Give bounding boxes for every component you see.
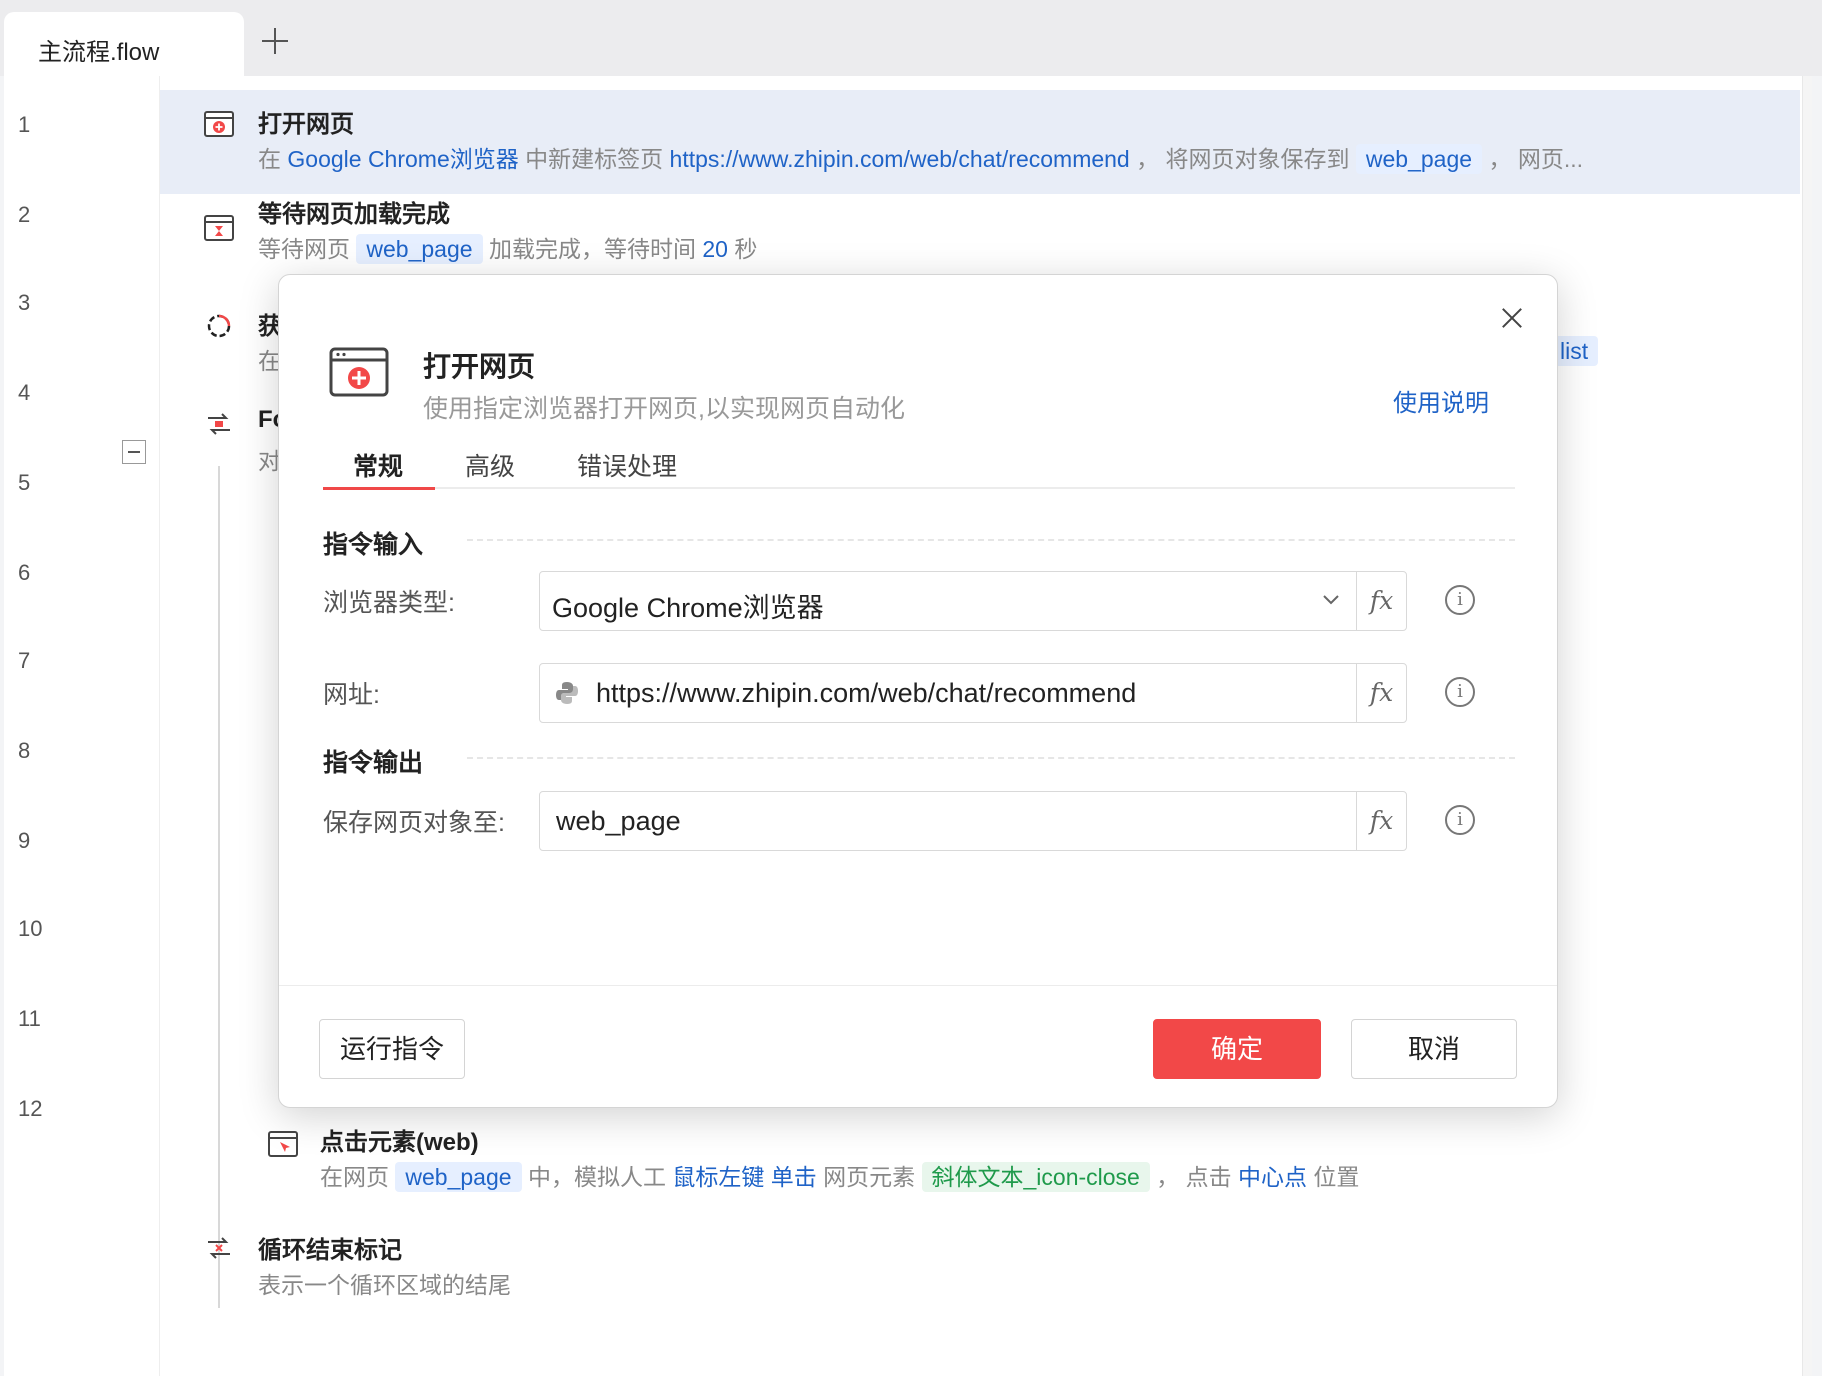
close-icon[interactable]: [1497, 303, 1527, 333]
loop-end-icon: [208, 1237, 230, 1259]
line-number: 1: [18, 112, 31, 137]
save-webpage-input[interactable]: web_page fx: [539, 791, 1407, 851]
fx-button[interactable]: fx: [1356, 664, 1406, 722]
section-divider: [467, 539, 1515, 541]
footer-divider: [279, 985, 1557, 986]
active-tab-indicator: [323, 487, 435, 490]
step-description: 在网页 web_page 中，模拟人工 鼠标左键 单击 网页元素 斜体文本_ic…: [320, 1162, 1360, 1192]
chevron-down-icon[interactable]: [1322, 590, 1340, 608]
line-gutter: 1 2 3 4 5 6 7 8 9 10 11 12: [4, 76, 160, 1376]
line-number: 6: [18, 560, 31, 585]
flow-step-open-webpage[interactable]: 打开网页 在 Google Chrome浏览器 中新建标签页 https://w…: [160, 90, 1800, 194]
collapse-loop-button[interactable]: [122, 440, 146, 464]
line-number: 8: [18, 738, 31, 763]
line-number: 9: [18, 828, 31, 853]
save-webpage-value: web_page: [556, 806, 681, 836]
line-number: 10: [18, 916, 43, 941]
browser-type-label: 浏览器类型:: [323, 589, 455, 617]
info-icon[interactable]: i: [1445, 805, 1475, 835]
step-title: 等待网页加载完成: [258, 201, 450, 228]
line-number: 3: [18, 290, 31, 315]
browser-open-icon: [329, 347, 389, 397]
vertical-scrollbar[interactable]: [1802, 76, 1812, 1376]
flow-step-loop-end[interactable]: 循环结束标记 表示一个循环区域的结尾: [160, 1234, 1800, 1338]
save-webpage-label: 保存网页对象至:: [323, 809, 505, 837]
click-element-icon: [268, 1131, 298, 1157]
section-title-output: 指令输出: [323, 749, 424, 777]
tab-error-handling[interactable]: 错误处理: [577, 447, 677, 483]
step-description: 等待网页 web_page 加载完成，等待时间 20 秒: [258, 234, 758, 264]
dialog-title: 打开网页: [423, 351, 536, 382]
plus-icon[interactable]: [258, 24, 292, 58]
run-command-button[interactable]: 运行指令: [319, 1019, 465, 1079]
url-input[interactable]: https://www.zhipin.com/web/chat/recommen…: [539, 663, 1407, 723]
line-number: 7: [18, 648, 31, 673]
step-description: 在 Google Chrome浏览器 中新建标签页 https://www.zh…: [258, 144, 1584, 174]
browser-open-icon: [204, 111, 234, 137]
line-number: 4: [18, 380, 31, 405]
step-title: 打开网页: [258, 111, 354, 138]
dialog-tabs: 常规 高级 错误处理: [323, 447, 1515, 490]
help-link[interactable]: 使用说明: [1393, 383, 1489, 418]
url-value: https://www.zhipin.com/web/chat/recommen…: [596, 678, 1137, 708]
loading-icon: [207, 314, 231, 338]
section-divider: [467, 757, 1515, 759]
python-icon: [556, 682, 578, 704]
step-description: 表示一个循环区域的结尾: [258, 1272, 511, 1298]
tab-bar: 主流程.flow: [0, 0, 1822, 78]
open-webpage-dialog: 打开网页 使用指定浏览器打开网页,以实现网页自动化 使用说明 常规 高级 错误处…: [278, 274, 1558, 1108]
fx-button[interactable]: fx: [1356, 572, 1406, 630]
fx-button[interactable]: fx: [1356, 792, 1406, 850]
line-number: 2: [18, 202, 31, 227]
confirm-button[interactable]: 确定: [1153, 1019, 1321, 1079]
tab-general[interactable]: 常规: [353, 447, 403, 483]
tab-advanced[interactable]: 高级: [465, 447, 515, 483]
info-icon[interactable]: i: [1445, 585, 1475, 615]
hourglass-icon: [204, 215, 234, 241]
section-title-input: 指令输入: [323, 531, 424, 559]
browser-type-value: Google Chrome浏览器: [552, 593, 824, 623]
step-title: 点击元素(web): [320, 1129, 479, 1156]
dialog-subtitle: 使用指定浏览器打开网页,以实现网页自动化: [423, 395, 905, 423]
info-icon[interactable]: i: [1445, 677, 1475, 707]
loop-icon: [208, 413, 230, 435]
url-label: 网址:: [323, 681, 380, 709]
line-number: 12: [18, 1096, 43, 1121]
browser-type-select[interactable]: Google Chrome浏览器 fx: [539, 571, 1407, 631]
tab-main-flow[interactable]: 主流程.flow: [4, 12, 244, 78]
line-number: 11: [18, 1006, 41, 1031]
step-title: 循环结束标记: [258, 1237, 402, 1264]
flow-step-click-element[interactable]: 点击元素(web) 在网页 web_page 中，模拟人工 鼠标左键 单击 网页…: [160, 1129, 1800, 1234]
line-number: 5: [18, 470, 31, 495]
cancel-button[interactable]: 取消: [1351, 1019, 1517, 1079]
